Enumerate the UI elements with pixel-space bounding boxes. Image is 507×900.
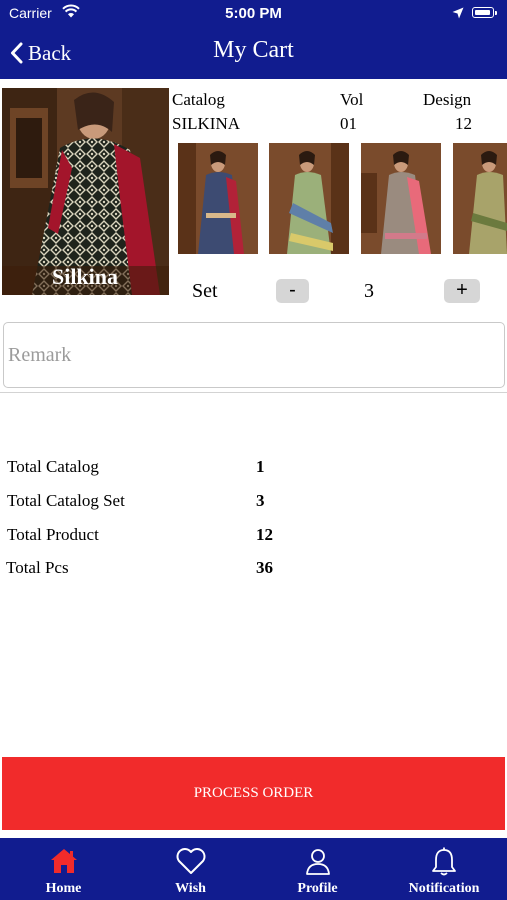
home-icon — [50, 847, 78, 880]
total-product-label: Total Product — [7, 525, 99, 544]
design-thumbnail[interactable] — [269, 143, 349, 254]
tab-home-label: Home — [45, 881, 82, 896]
tab-profile-label: Profile — [297, 881, 338, 896]
tab-wish-label: Wish — [175, 881, 206, 896]
tab-bar: Home Wish Profile Notification — [0, 838, 507, 900]
nav-bar: Back My Cart — [0, 28, 507, 79]
bell-icon — [431, 847, 457, 882]
catalog-header: Catalog — [172, 90, 225, 109]
design-thumbnail[interactable] — [178, 143, 258, 254]
divider — [0, 392, 507, 393]
set-quantity: 3 — [364, 280, 374, 302]
tab-profile[interactable]: Profile — [254, 838, 381, 900]
page-title: My Cart — [213, 37, 294, 63]
total-product-value: 12 — [256, 525, 273, 544]
total-pcs-label: Total Pcs — [6, 558, 69, 577]
vol-header: Vol — [340, 90, 364, 109]
status-bar: Carrier 5:00 PM — [0, 0, 507, 28]
tab-wish[interactable]: Wish — [127, 838, 254, 900]
vol-value: 01 — [340, 114, 357, 133]
remark-input[interactable] — [3, 322, 505, 388]
total-catalog-set-label: Total Catalog Set — [7, 491, 125, 510]
decrement-set-button[interactable]: - — [276, 279, 309, 303]
increment-set-button[interactable]: + — [444, 279, 480, 303]
tab-notification[interactable]: Notification — [381, 838, 507, 900]
process-order-button[interactable]: PROCESS ORDER — [2, 757, 505, 830]
location-arrow-icon — [452, 6, 464, 24]
cover-title-text: Silkina — [52, 264, 118, 289]
design-value: 12 — [455, 114, 472, 133]
set-label: Set — [192, 280, 218, 302]
total-catalog-label: Total Catalog — [7, 457, 99, 476]
design-thumbnail[interactable] — [361, 143, 441, 254]
design-header: Design — [423, 90, 472, 109]
total-catalog-value: 1 — [256, 457, 265, 476]
tab-notification-label: Notification — [408, 881, 480, 896]
total-pcs-value: 36 — [256, 558, 273, 577]
battery-icon — [472, 7, 497, 18]
catalog-cover-image[interactable]: Silkina — [2, 88, 169, 295]
clock: 5:00 PM — [225, 5, 282, 22]
heart-icon — [175, 847, 207, 880]
total-catalog-set-value: 3 — [256, 491, 265, 510]
design-thumbnail[interactable] — [453, 143, 507, 254]
person-icon — [305, 847, 331, 880]
catalog-name-value: SILKINA — [172, 114, 240, 133]
tab-home[interactable]: Home — [0, 838, 127, 900]
